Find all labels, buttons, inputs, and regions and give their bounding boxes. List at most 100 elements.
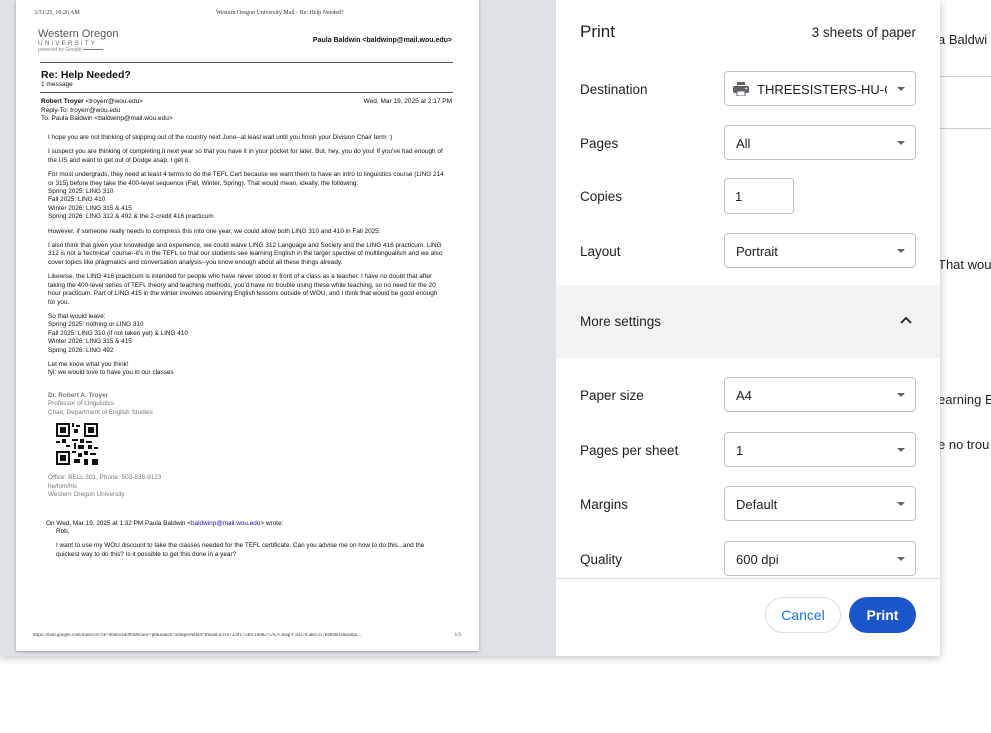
print-preview-area[interactable]: 3/31/25, 10:26 AM Western Oregon Univers… — [0, 0, 556, 656]
more-settings-toggle[interactable]: More settings — [556, 285, 940, 358]
signature-title: Professor of Linguistics — [48, 400, 115, 408]
print-button[interactable]: Print — [849, 597, 916, 633]
email-subject: Re: Help Needed? — [41, 69, 131, 81]
quality-value: 600 dpi — [736, 552, 779, 567]
background-text: a Baldwi — [938, 32, 988, 47]
destination-value: THREESISTERS-HU-C — [757, 82, 887, 97]
logo-powered-by: powered by Google — [38, 47, 82, 53]
signature-pronouns: he/him/his — [48, 482, 78, 490]
destination-select[interactable]: THREESISTERS-HU-C — [724, 71, 916, 106]
dialog-footer: Cancel Print — [556, 578, 940, 656]
logo-line-3: powered by Google — [38, 47, 128, 53]
divider — [40, 62, 453, 63]
pages-label: Pages — [580, 136, 619, 151]
pages-per-sheet-label: Pages per sheet — [580, 443, 679, 458]
divider — [40, 92, 453, 93]
paper-size-label: Paper size — [580, 388, 644, 403]
body-paragraph: Let me know what you think! fyi: we woul… — [48, 360, 174, 377]
quoted-header-intro: On Wed, Mar 19, 2025 at 1:32 PM Paula Ba… — [46, 519, 191, 527]
dialog-title: Print — [580, 22, 615, 41]
layout-select[interactable]: Portrait — [724, 233, 916, 268]
margins-row: Margins Default — [580, 486, 916, 526]
chevron-down-icon — [897, 141, 905, 145]
university-logo: Western Oregon UNIVERSITY powered by Goo… — [38, 28, 128, 53]
preview-page-number: 1/3 — [454, 633, 461, 638]
quoted-greeting: Rob, — [56, 528, 70, 535]
preview-header-datetime: 3/31/25, 10:26 AM — [34, 10, 80, 16]
print-settings-panel: Print 3 sheets of paper Destination THRE… — [556, 0, 940, 656]
body-paragraph: However, if someone really needs to comp… — [48, 227, 381, 235]
chevron-down-icon — [897, 249, 905, 253]
to-line: To: Paula Baldwin <baldwinp@mail.wou.edu… — [41, 115, 173, 122]
quality-select[interactable]: 600 dpi — [724, 541, 916, 576]
copies-label: Copies — [580, 189, 623, 204]
sender-email: <troyerr@wou.edu> — [83, 98, 143, 105]
quoted-text: I want to use my WOU discount to take th… — [56, 542, 425, 558]
chevron-up-icon — [900, 316, 912, 324]
quoted-header: On Wed, Mar 19, 2025 at 1:32 PM Paula Ba… — [46, 520, 446, 528]
pages-per-sheet-value: 1 — [736, 443, 744, 458]
body-paragraph: For most undergrads, they need at least … — [48, 171, 444, 221]
copies-row: Copies 1 — [580, 178, 916, 218]
account-user: Paula Baldwin <baldwinp@mail.wou.edu> — [312, 37, 452, 44]
preview-page: 3/31/25, 10:26 AM Western Oregon Univers… — [16, 0, 479, 651]
background-divider — [938, 76, 991, 77]
pages-select[interactable]: All — [724, 125, 916, 160]
printer-icon — [733, 82, 749, 96]
margins-label: Margins — [580, 497, 629, 512]
body-paragraph: I also think that given your knowledge a… — [48, 242, 443, 266]
paper-size-row: Paper size A4 — [580, 377, 916, 417]
chevron-down-icon — [897, 87, 905, 91]
pages-per-sheet-row: Pages per sheet 1 — [580, 432, 916, 472]
signature-name: Dr. Robert A. Troyer — [48, 391, 109, 399]
settings-header: Print 3 sheets of paper — [580, 22, 916, 44]
layout-label: Layout — [580, 244, 621, 259]
background-text: That woul — [938, 257, 991, 272]
chevron-down-icon — [897, 393, 905, 397]
margins-select[interactable]: Default — [724, 486, 916, 521]
signature-dept: Chair, Department of English Studies — [48, 408, 153, 416]
body-paragraph: Likewise, the LING 416 practicum is inte… — [48, 273, 438, 306]
paper-size-value: A4 — [736, 388, 752, 403]
logo-line-2: UNIVERSITY — [38, 40, 98, 47]
quoted-email-link: baldwinp@mail.wou.edu — [191, 519, 261, 527]
quoted-header-outro: > wrote: — [260, 519, 284, 527]
background-divider — [938, 128, 991, 129]
sheet-count: 3 sheets of paper — [811, 25, 916, 40]
reply-to: Reply-To: troyerr@wou.edu — [41, 106, 121, 114]
chevron-down-icon — [897, 557, 905, 561]
body-paragraph: So that would leave: Spring 2025: nothin… — [48, 312, 188, 354]
preview-header-title: Western Oregon University Mail - Re: Hel… — [216, 10, 344, 16]
pages-per-sheet-select[interactable]: 1 — [724, 432, 916, 467]
chevron-down-icon — [897, 448, 905, 452]
sender-name: Robert Troyer — [41, 98, 84, 105]
chevron-down-icon — [897, 502, 905, 506]
destination-label: Destination — [580, 82, 648, 97]
more-settings-label: More settings — [580, 314, 662, 329]
quoted-message: On Wed, Mar 19, 2025 at 1:32 PM Paula Ba… — [46, 520, 446, 560]
signature-office: Office: BELL 301, Phone: 503-838-9123 — [48, 474, 162, 482]
layout-row: Layout Portrait — [580, 233, 916, 273]
email-body: I hope you are not thinking of skipping … — [46, 134, 446, 560]
quality-label: Quality — [580, 552, 623, 567]
message-count: 1 message — [41, 81, 73, 88]
print-dialog: 3/31/25, 10:26 AM Western Oregon Univers… — [0, 0, 940, 656]
cancel-button[interactable]: Cancel — [765, 597, 841, 633]
logo-line-1: Western Oregon — [38, 28, 119, 40]
signature-university: Western Oregon University — [48, 491, 125, 499]
background-text: e no trou — [938, 437, 990, 452]
margins-value: Default — [736, 497, 778, 512]
destination-row: Destination THREESISTERS-HU-C — [580, 71, 916, 111]
pages-value: All — [736, 136, 751, 151]
signature: Dr. Robert A. Troyer Professor of Lingui… — [48, 392, 446, 500]
body-paragraph: I hope you are not thinking of skipping … — [48, 134, 393, 141]
paper-size-select[interactable]: A4 — [724, 377, 916, 412]
background-text: earning E — [938, 392, 991, 407]
qr-code-icon — [56, 422, 98, 465]
copies-input[interactable]: 1 — [724, 178, 794, 214]
preview-footer-url: https://mail.google.com/mail/u/0/?ik=8ba… — [33, 633, 362, 638]
pages-row: Pages All — [580, 125, 916, 165]
email-meta: Robert Troyer <troyerr@wou.edu> Reply-To… — [41, 98, 173, 124]
email-date: Wed, Mar 19, 2025 at 2:17 PM — [363, 98, 452, 105]
body-paragraph: I suspect you are thinking of completing… — [48, 148, 443, 164]
